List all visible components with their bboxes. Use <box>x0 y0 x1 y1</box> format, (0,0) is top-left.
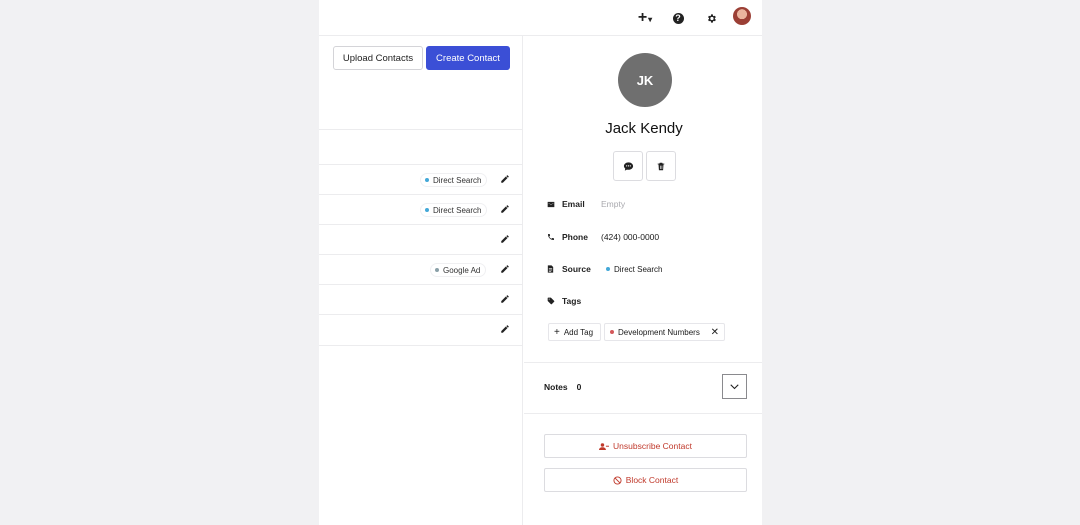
source-dot <box>435 268 439 272</box>
tag-chip[interactable]: Development Numbers ✕ <box>604 323 725 341</box>
notes-label: Notes <box>544 382 568 392</box>
divider <box>524 413 762 414</box>
phone-label: Phone <box>562 232 588 242</box>
email-label: Email <box>562 199 585 209</box>
table-row[interactable]: Google Ad <box>319 255 523 285</box>
contacts-list-panel: Upload Contacts Create Contact Direct Se… <box>319 36 523 525</box>
source-pill: Google Ad <box>430 263 487 277</box>
source-label: Source <box>562 264 591 274</box>
chevron-down-icon: ▾ <box>648 14 653 24</box>
tag-icon <box>546 297 555 306</box>
pencil-icon[interactable] <box>500 264 510 274</box>
document-icon <box>546 265 555 274</box>
source-label: Google Ad <box>443 265 481 275</box>
block-icon <box>613 475 622 485</box>
pencil-icon[interactable] <box>500 204 510 214</box>
upload-contacts-button[interactable]: Upload Contacts <box>333 46 423 70</box>
unsubscribe-contact-button[interactable]: Unsubscribe Contact <box>544 434 747 458</box>
gear-icon[interactable] <box>701 8 721 28</box>
delete-button[interactable] <box>646 151 676 181</box>
table-row[interactable]: Direct Search <box>319 165 523 195</box>
email-field: Email <box>546 197 602 211</box>
mail-icon <box>546 200 555 209</box>
divider <box>524 362 762 363</box>
source-dot <box>606 267 610 271</box>
chat-icon <box>623 161 633 171</box>
plus-icon[interactable]: + ▾ <box>633 8 657 28</box>
phone-field: Phone <box>546 230 602 244</box>
table-row[interactable]: Direct Search <box>319 195 523 225</box>
tags-label: Tags <box>562 296 582 306</box>
pencil-icon[interactable] <box>500 294 510 304</box>
tags-field: Tags <box>546 294 602 308</box>
pencil-icon[interactable] <box>500 324 510 334</box>
source-field: Source <box>546 262 602 276</box>
trash-icon <box>657 162 665 170</box>
notes-count: 0 <box>576 382 582 392</box>
table-row[interactable] <box>319 94 523 130</box>
contact-name: Jack Kendy <box>605 120 683 137</box>
user-minus-icon <box>599 442 610 450</box>
unsubscribe-label: Unsubscribe Contact <box>613 441 692 451</box>
chevron-down-icon <box>730 383 739 389</box>
plus-icon: + <box>554 326 560 338</box>
table-row[interactable] <box>319 130 523 165</box>
source-value: Direct Search <box>614 264 663 274</box>
add-tag-label: Add Tag <box>563 327 594 337</box>
block-label: Block Contact <box>625 475 679 485</box>
source-label: Direct Search <box>433 175 482 185</box>
close-icon[interactable]: ✕ <box>711 327 719 338</box>
create-contact-button[interactable]: Create Contact <box>426 46 510 70</box>
email-value[interactable]: Empty <box>601 199 625 209</box>
source-pill: Direct Search <box>420 203 488 217</box>
help-icon[interactable]: ? <box>668 8 688 28</box>
contacts-app: + ▾ ? Upload Contacts Create Contact Dire… <box>319 0 762 525</box>
notes-header: Notes 0 <box>544 382 581 392</box>
notes-expand-button[interactable] <box>722 374 747 399</box>
phone-value[interactable]: (424) 000-0000 <box>601 232 659 242</box>
table-row[interactable] <box>319 225 523 255</box>
add-tag-button[interactable]: + Add Tag <box>548 323 601 341</box>
top-bar: + ▾ ? <box>319 0 762 36</box>
pencil-icon[interactable] <box>500 234 510 244</box>
source-label: Direct Search <box>433 205 482 215</box>
table-row[interactable] <box>319 285 523 315</box>
help-glyph: ? <box>672 12 684 24</box>
source-dot <box>425 208 429 212</box>
table-row[interactable] <box>319 315 523 346</box>
tag-dot <box>610 330 614 334</box>
user-avatar[interactable] <box>733 7 751 25</box>
phone-icon <box>546 233 555 242</box>
pencil-icon[interactable] <box>500 174 510 184</box>
contact-avatar: JK <box>618 53 672 107</box>
block-contact-button[interactable]: Block Contact <box>544 468 747 492</box>
source-pill[interactable]: Direct Search <box>601 262 667 276</box>
source-pill: Direct Search <box>420 173 488 187</box>
source-dot <box>425 178 429 182</box>
tag-label: Development Numbers <box>618 327 700 337</box>
message-button[interactable] <box>613 151 643 181</box>
contact-detail-panel: JK Jack Kendy Email Empty Phone (424) 00… <box>524 36 762 525</box>
